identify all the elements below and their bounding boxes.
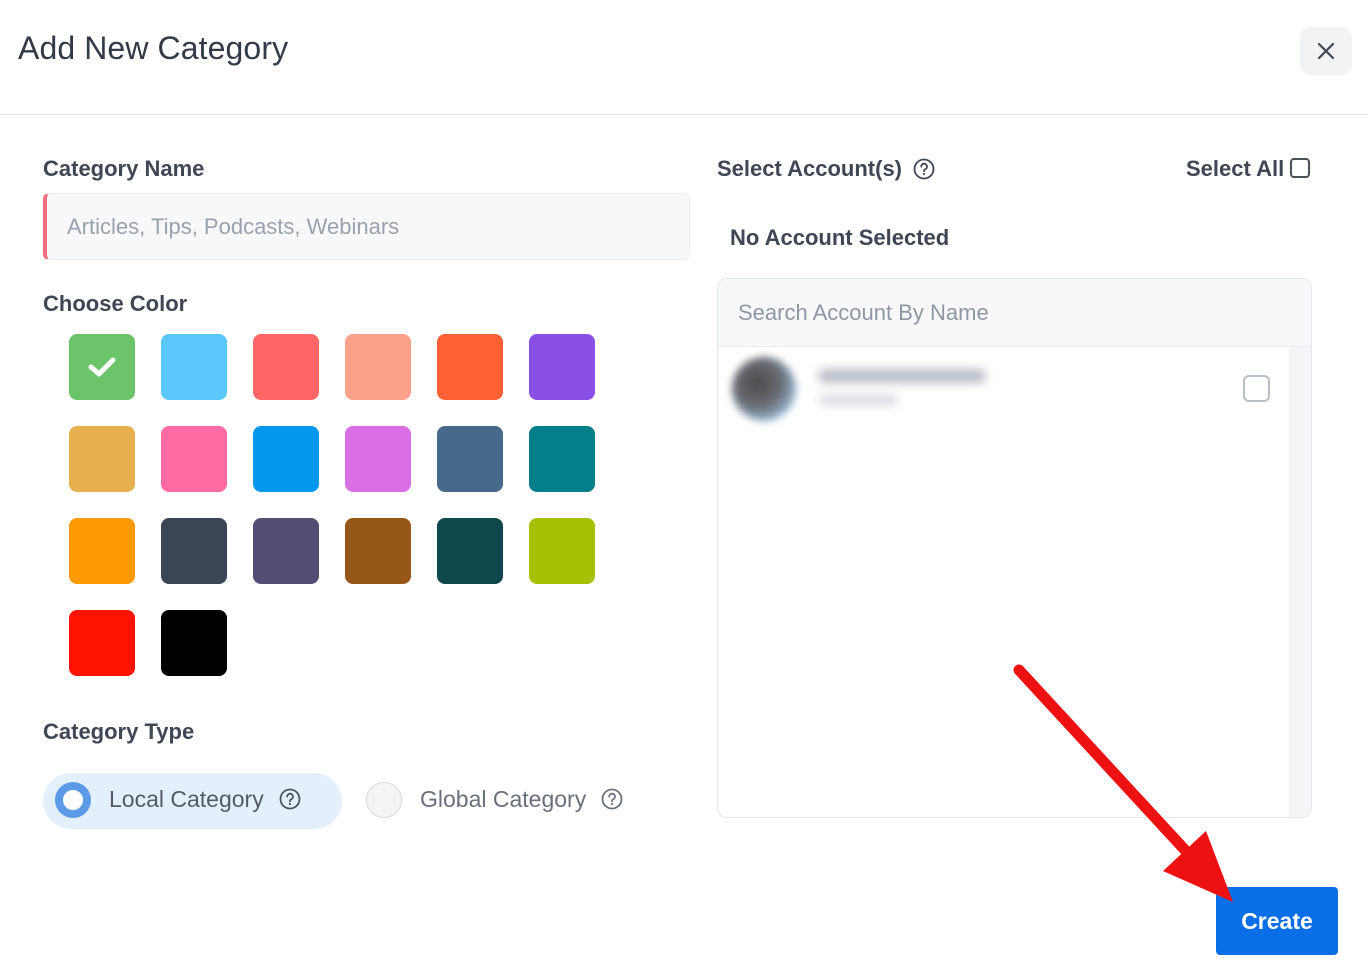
dialog-title: Add New Category <box>18 30 289 66</box>
global-category-label: Global Category <box>420 786 587 812</box>
close-icon <box>1317 42 1335 60</box>
global-category-help-icon[interactable] <box>601 788 623 810</box>
color-swatch[interactable] <box>345 426 411 492</box>
close-button[interactable] <box>1300 27 1352 75</box>
color-swatch[interactable] <box>345 518 411 584</box>
color-swatch[interactable] <box>161 610 227 676</box>
dialog-header: Add New Category <box>0 0 1368 115</box>
select-accounts-label: Select Account(s) <box>717 156 903 181</box>
local-category-help-icon[interactable] <box>279 788 301 810</box>
local-category-radio[interactable] <box>55 782 91 818</box>
color-swatch[interactable] <box>529 518 595 584</box>
category-name-input[interactable] <box>43 193 690 260</box>
color-swatch[interactable] <box>253 426 319 492</box>
color-swatch[interactable] <box>345 334 411 400</box>
account-list-panel <box>717 278 1312 818</box>
color-swatch[interactable] <box>69 334 135 400</box>
account-checkbox[interactable] <box>1243 375 1270 402</box>
account-list-scrollbar[interactable] <box>1289 347 1311 817</box>
category-type-label: Category Type <box>43 719 195 744</box>
color-swatch[interactable] <box>437 334 503 400</box>
account-avatar <box>732 357 796 421</box>
color-swatch[interactable] <box>161 426 227 492</box>
category-name-label: Category Name <box>43 156 205 181</box>
color-swatch[interactable] <box>69 518 135 584</box>
global-category-radio[interactable] <box>366 782 402 818</box>
color-swatch[interactable] <box>161 518 227 584</box>
account-search-input[interactable] <box>718 279 1311 347</box>
choose-color-label: Choose Color <box>43 291 188 316</box>
color-swatch[interactable] <box>69 610 135 676</box>
color-swatch[interactable] <box>161 334 227 400</box>
account-list-item[interactable] <box>718 347 1290 429</box>
color-swatch[interactable] <box>253 518 319 584</box>
color-swatch[interactable] <box>253 334 319 400</box>
select-all-checkbox[interactable] <box>1290 158 1310 178</box>
select-all-label: Select All <box>1186 156 1285 181</box>
color-swatch[interactable] <box>437 426 503 492</box>
account-subtitle-redacted <box>818 395 898 405</box>
account-name-redacted <box>818 369 986 383</box>
select-accounts-help-icon[interactable] <box>913 158 935 180</box>
color-swatch[interactable] <box>69 426 135 492</box>
local-category-label: Local Category <box>109 786 264 812</box>
color-swatch[interactable] <box>529 426 595 492</box>
account-selection-status: No Account Selected <box>730 225 950 250</box>
color-swatch[interactable] <box>529 334 595 400</box>
checkmark-icon <box>88 357 116 377</box>
color-swatch[interactable] <box>437 518 503 584</box>
create-button[interactable]: Create <box>1216 887 1338 955</box>
